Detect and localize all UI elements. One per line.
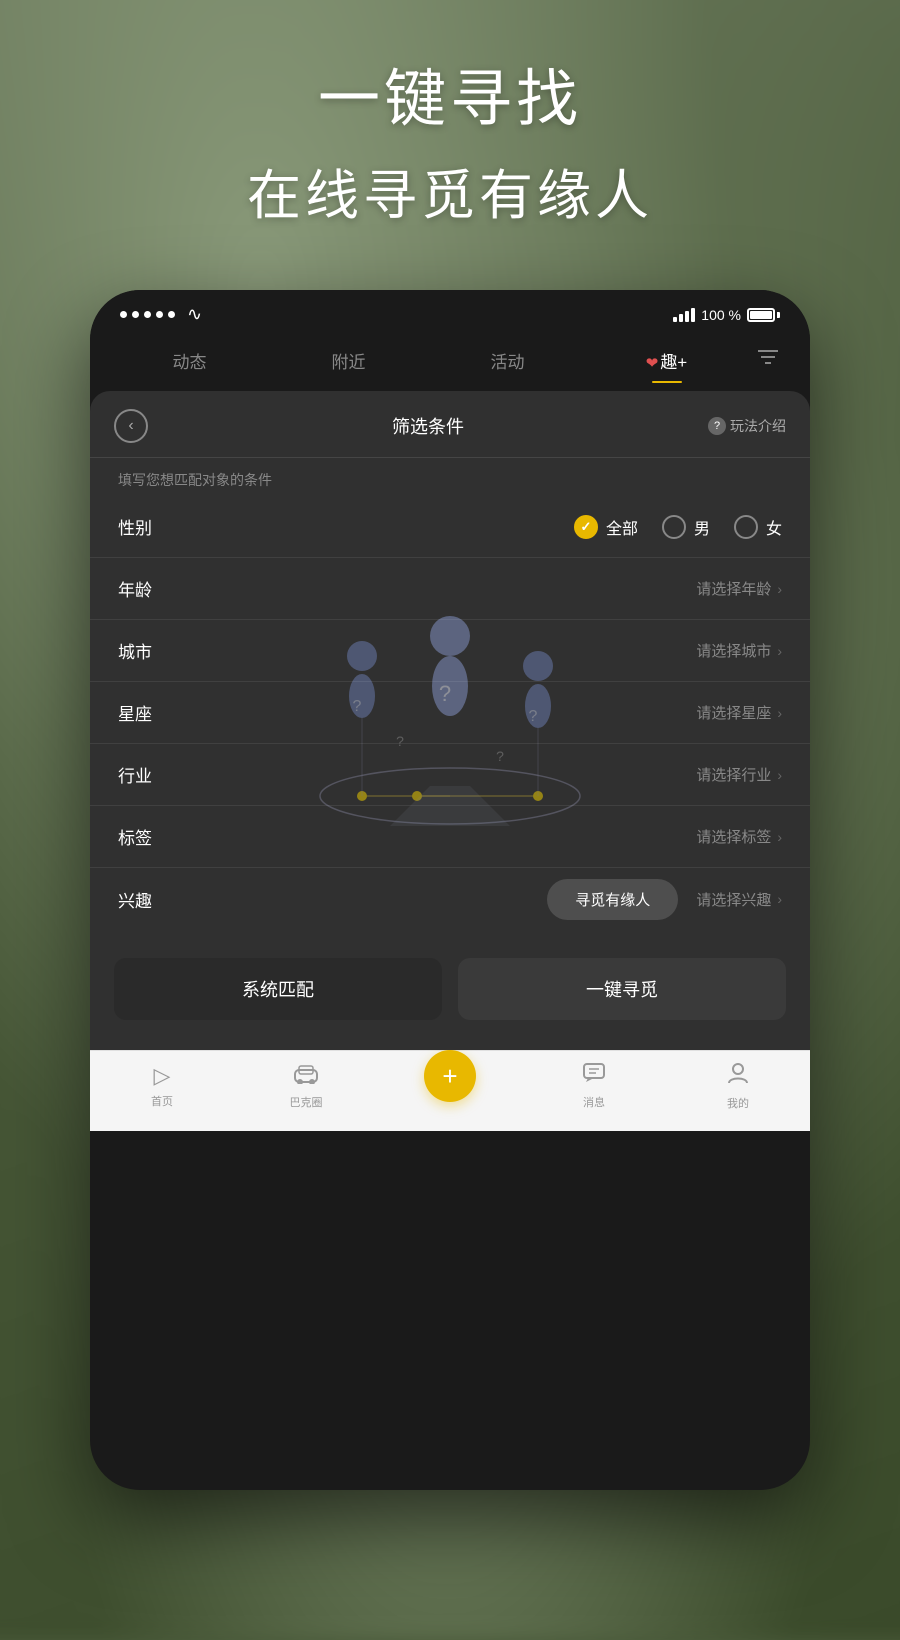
nav-home-label: 首页 bbox=[151, 1093, 173, 1109]
tags-value[interactable]: 请选择标签 › bbox=[178, 826, 782, 847]
one-key-search-button[interactable]: 一键寻觅 bbox=[458, 958, 786, 1020]
tags-placeholder: 请选择标签 bbox=[696, 826, 771, 847]
nav-mine-label: 我的 bbox=[727, 1095, 749, 1111]
messages-icon bbox=[582, 1062, 606, 1090]
gender-label: 性别 bbox=[118, 514, 178, 539]
nav-messages-label: 消息 bbox=[583, 1094, 605, 1110]
hero-title: 一键寻找 bbox=[0, 60, 900, 141]
system-match-button[interactable]: 系统匹配 bbox=[114, 958, 442, 1020]
city-label: 城市 bbox=[118, 638, 178, 663]
status-left: ∿ bbox=[120, 304, 202, 325]
constellation-chevron: › bbox=[777, 705, 782, 721]
interest-label: 兴趣 bbox=[118, 887, 178, 912]
tags-label: 标签 bbox=[118, 824, 178, 849]
tags-row[interactable]: 标签 请选择标签 › bbox=[90, 806, 810, 868]
gender-female-radio[interactable] bbox=[734, 515, 758, 539]
nav-messages[interactable]: 消息 bbox=[522, 1062, 666, 1110]
gender-female-option[interactable]: 女 bbox=[734, 515, 782, 539]
nav-bakecircle[interactable]: 巴克圈 bbox=[234, 1062, 378, 1110]
constellation-row[interactable]: 星座 请选择星座 › bbox=[90, 682, 810, 744]
industry-value[interactable]: 请选择行业 › bbox=[178, 764, 782, 785]
nav-home[interactable]: ▷ 首页 bbox=[90, 1063, 234, 1109]
age-row[interactable]: 年龄 请选择年龄 › bbox=[90, 558, 810, 620]
battery-percent: 100 % bbox=[701, 307, 741, 323]
industry-row[interactable]: 行业 请选择行业 › bbox=[90, 744, 810, 806]
gender-all-radio[interactable]: ✓ bbox=[574, 515, 598, 539]
plus-icon[interactable]: + bbox=[424, 1050, 476, 1102]
tab-huodong[interactable]: 活动 bbox=[428, 342, 587, 379]
bottom-navigation: ▷ 首页 巴克圈 + bbox=[90, 1050, 810, 1131]
modal-title: 筛选条件 bbox=[392, 413, 464, 439]
industry-label: 行业 bbox=[118, 762, 178, 787]
interest-row: 兴趣 寻觅有缘人 请选择兴趣 › bbox=[90, 868, 810, 930]
tab-dongtai[interactable]: 动态 bbox=[110, 342, 269, 379]
nav-bakecircle-label: 巴克圈 bbox=[290, 1094, 323, 1110]
gender-female-label: 女 bbox=[766, 515, 782, 539]
phone-frame: ∿ 100 % 动态 附近 活动 bbox=[90, 290, 810, 1490]
gender-male-label: 男 bbox=[694, 515, 710, 539]
filter-icon-button[interactable] bbox=[746, 341, 790, 379]
bakecircle-icon bbox=[293, 1062, 319, 1090]
navigation-tabs: 动态 附近 活动 ❤趣+ bbox=[90, 333, 810, 391]
age-value[interactable]: 请选择年龄 › bbox=[178, 578, 782, 599]
action-buttons: 系统匹配 一键寻觅 bbox=[90, 938, 810, 1030]
gender-male-option[interactable]: 男 bbox=[662, 515, 710, 539]
battery-icon bbox=[747, 308, 780, 322]
interest-placeholder: 请选择兴趣 bbox=[696, 889, 771, 910]
gender-all-option[interactable]: ✓ 全部 bbox=[574, 515, 638, 539]
gender-row: 性别 ✓ 全部 男 bbox=[90, 496, 810, 558]
city-value[interactable]: 请选择城市 › bbox=[178, 640, 782, 661]
industry-chevron: › bbox=[777, 767, 782, 783]
gender-male-radio[interactable] bbox=[662, 515, 686, 539]
nav-mine[interactable]: 我的 bbox=[666, 1061, 810, 1111]
constellation-placeholder: 请选择星座 bbox=[696, 702, 771, 723]
interest-chevron: › bbox=[777, 891, 782, 907]
city-chevron: › bbox=[777, 643, 782, 659]
hero-subtitle: 在线寻觅有缘人 bbox=[0, 151, 900, 230]
interest-value: 寻觅有缘人 请选择兴趣 › bbox=[178, 879, 782, 920]
industry-placeholder: 请选择行业 bbox=[696, 764, 771, 785]
home-icon: ▷ bbox=[154, 1063, 171, 1089]
nav-plus[interactable]: + bbox=[378, 1070, 522, 1102]
interest-search-button[interactable]: 寻觅有缘人 bbox=[547, 879, 678, 920]
gender-all-label: 全部 bbox=[606, 515, 638, 539]
constellation-label: 星座 bbox=[118, 700, 178, 725]
constellation-value[interactable]: 请选择星座 › bbox=[178, 702, 782, 723]
wifi-icon: ∿ bbox=[187, 304, 202, 325]
gender-options: ✓ 全部 男 女 bbox=[178, 515, 782, 539]
tab-qu-plus[interactable]: ❤趣+ bbox=[587, 342, 746, 379]
modal-header: ‹ 筛选条件 ? 玩法介绍 bbox=[90, 391, 810, 458]
hero-section: 一键寻找 在线寻觅有缘人 bbox=[0, 60, 900, 230]
mine-icon bbox=[727, 1061, 749, 1091]
help-link[interactable]: ? 玩法介绍 bbox=[708, 416, 786, 436]
tab-fujin[interactable]: 附近 bbox=[269, 342, 428, 379]
city-row[interactable]: 城市 请选择城市 › bbox=[90, 620, 810, 682]
help-circle-icon: ? bbox=[708, 417, 726, 435]
back-button[interactable]: ‹ bbox=[114, 409, 148, 443]
status-right: 100 % bbox=[673, 307, 780, 323]
signal-dots bbox=[120, 311, 175, 318]
age-label: 年龄 bbox=[118, 576, 178, 601]
status-bar: ∿ 100 % bbox=[90, 290, 810, 333]
filter-modal: ‹ 筛选条件 ? 玩法介绍 填写您想匹配对象的条件 bbox=[90, 391, 810, 1050]
cellular-icon bbox=[673, 308, 695, 322]
city-placeholder: 请选择城市 bbox=[696, 640, 771, 661]
help-label: 玩法介绍 bbox=[730, 416, 786, 436]
hint-text: 填写您想匹配对象的条件 bbox=[90, 458, 810, 496]
tags-chevron: › bbox=[777, 829, 782, 845]
age-placeholder: 请选择年龄 bbox=[696, 578, 771, 599]
age-chevron: › bbox=[777, 581, 782, 597]
